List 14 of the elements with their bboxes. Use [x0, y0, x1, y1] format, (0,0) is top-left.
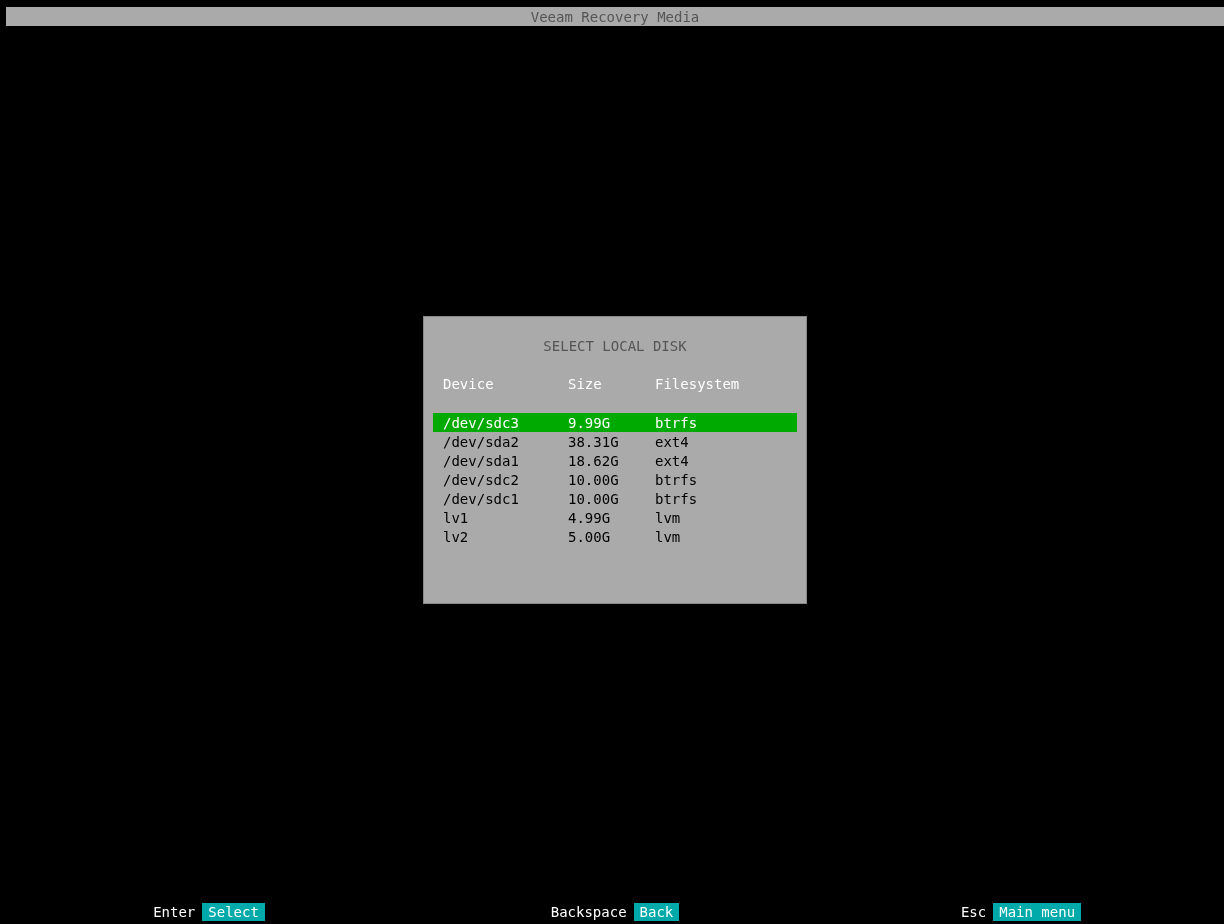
- key-label: Esc: [960, 905, 987, 919]
- disk-row[interactable]: lv2 5.00G lvm: [433, 527, 797, 546]
- disk-row[interactable]: lv1 4.99G lvm: [433, 508, 797, 527]
- column-header: Size: [568, 375, 603, 394]
- column-header: Filesystem: [655, 375, 740, 394]
- disk-row[interactable]: /dev/sdc1 10.00G btrfs: [433, 489, 797, 508]
- key-label: Enter: [153, 905, 196, 919]
- key-label: Backspace: [550, 905, 627, 919]
- disk-row[interactable]: /dev/sdc2 10.00G btrfs: [433, 470, 797, 489]
- window-title: Veeam Recovery Media: [530, 9, 700, 24]
- disk-row[interactable]: /dev/sda2 38.31G ext4: [433, 432, 797, 451]
- dialog-title: SELECT LOCAL DISK: [542, 337, 688, 356]
- disk-row[interactable]: /dev/sda1 18.62G ext4: [433, 451, 797, 470]
- column-header: Device: [443, 375, 495, 394]
